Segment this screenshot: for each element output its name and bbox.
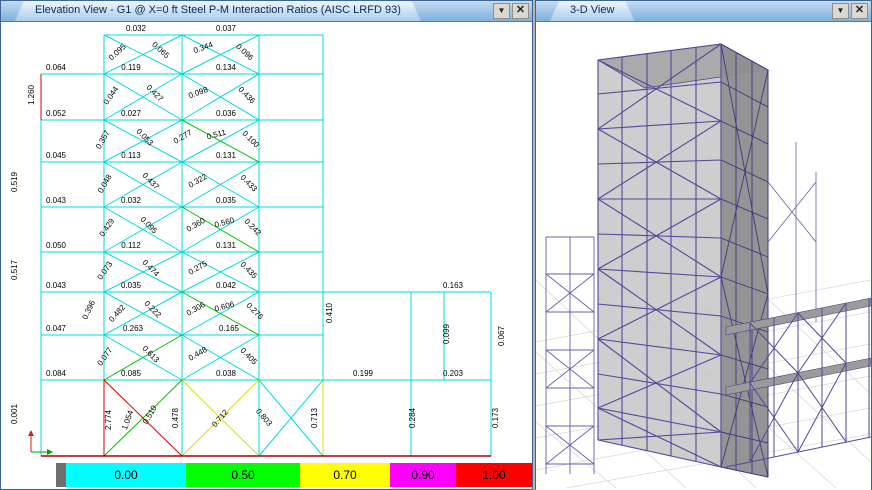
ratio-label: 0.112 <box>121 241 141 250</box>
ratio-label: 0.165 <box>219 324 240 333</box>
window-menu-button[interactable]: ▼ <box>493 3 510 19</box>
ratio-label: 0.284 <box>408 407 417 428</box>
ratio-label: 0.053 <box>135 127 156 148</box>
ratio-label: 0.099 <box>442 323 451 344</box>
ratio-label: 0.096 <box>234 42 255 62</box>
view-3d-titlebar[interactable]: 3-D View ▼ ✕ <box>536 1 871 22</box>
ratio-label: 0.052 <box>46 109 67 118</box>
ratio-label: 0.478 <box>171 407 180 428</box>
legend-start-cap <box>56 463 66 487</box>
ratio-label: 0.306 <box>185 300 207 318</box>
ratio-label: 0.242 <box>243 217 264 238</box>
window-close-button[interactable]: ✕ <box>851 3 868 19</box>
ratio-label: 0.037 <box>216 24 237 33</box>
ratio-label: 0.519 <box>10 171 19 192</box>
ratio-label: 0.199 <box>353 369 374 378</box>
view-3d-window: 3-D View ▼ ✕ <box>535 0 872 490</box>
window-close-button[interactable]: ✕ <box>512 3 529 19</box>
ratio-label: 0.042 <box>216 281 237 290</box>
ratio-label: 1.260 <box>27 84 36 105</box>
view-3d-canvas[interactable] <box>536 22 871 490</box>
ratio-label: 0.222 <box>143 299 164 320</box>
ratio-label: 0.275 <box>187 259 209 277</box>
view-3d-title-tab: 3-D View <box>550 1 634 21</box>
ratio-label: 0.482 <box>107 302 127 323</box>
ratio-label: 0.433 <box>239 173 260 194</box>
elevation-view-window: Elevation View - G1 @ X=0 ft Steel P-M I… <box>0 0 533 490</box>
ratio-label: 0.322 <box>187 172 209 190</box>
rear-left-frame <box>546 237 594 474</box>
ratio-label: 0.119 <box>121 63 141 72</box>
ratio-label: 0.032 <box>126 24 147 33</box>
ratio-label: 0.048 <box>96 172 114 194</box>
ratio-label: 0.067 <box>497 325 506 346</box>
ratio-label: 0.163 <box>443 281 464 290</box>
ratio-label: 0.035 <box>216 196 237 205</box>
ratio-label: 0.001 <box>10 403 19 424</box>
tower-side-wall <box>721 44 768 477</box>
ratio-label: 0.173 <box>491 407 500 428</box>
ratio-label: 0.098 <box>187 85 209 100</box>
ratio-label: 0.032 <box>121 196 142 205</box>
ratio-label: 0.100 <box>241 129 262 150</box>
ratio-label: 0.448 <box>187 345 209 363</box>
ratio-label: 0.405 <box>239 346 260 367</box>
view-3d-title: 3-D View <box>570 4 614 16</box>
interior-frame-hints <box>768 142 816 322</box>
elevation-title-tab: Elevation View - G1 @ X=0 ft Steel P-M I… <box>15 1 421 21</box>
ratio-label: 0.064 <box>46 63 67 72</box>
ratio-label: 0.043 <box>46 281 67 290</box>
ratio-label: 0.047 <box>46 324 67 333</box>
ratio-label: 0.035 <box>121 281 142 290</box>
ratio-label: 0.095 <box>107 42 128 62</box>
ratio-label: 0.073 <box>96 259 115 281</box>
ratio-label: 0.360 <box>185 216 207 234</box>
ratio-label: 0.131 <box>216 241 237 250</box>
window-menu-button[interactable]: ▼ <box>832 3 849 19</box>
ratio-label: 0.436 <box>237 85 258 106</box>
ratio-label: 0.410 <box>325 302 334 323</box>
legend-segment: 1.00 <box>456 463 532 487</box>
legend-segment: 0.50 <box>186 463 300 487</box>
ratio-label: 0.036 <box>216 109 237 118</box>
ratio-label: 0.085 <box>121 369 142 378</box>
ratio-label: 0.077 <box>96 345 115 367</box>
ratio-label: 0.045 <box>46 151 67 160</box>
legend-segment: 0.00 <box>66 463 186 487</box>
ratio-labels-layer: 0.0320.0370.0950.0650.3440.0960.0640.119… <box>10 24 506 431</box>
ratio-label: 0.131 <box>216 151 237 160</box>
ratio-label: 0.043 <box>46 196 67 205</box>
ratio-label: 0.276 <box>245 301 266 322</box>
elevation-canvas[interactable]: 0.0320.0370.0950.0650.3440.0960.0640.119… <box>1 22 532 462</box>
ratio-label: 0.134 <box>216 63 237 72</box>
legend-segment: 0.70 <box>300 463 390 487</box>
ratio-label: 2.774 <box>104 409 113 430</box>
elevation-title: Elevation View - G1 @ X=0 ft Steel P-M I… <box>35 4 401 16</box>
tower-front-wall <box>598 44 721 467</box>
ratio-label: 0.203 <box>443 369 464 378</box>
view-3d-titlebar-buttons: ▼ ✕ <box>829 1 871 21</box>
ratio-label: 0.084 <box>46 369 67 378</box>
ratio-label: 0.065 <box>150 40 171 60</box>
ratio-label: 0.517 <box>10 259 19 280</box>
elevation-titlebar[interactable]: Elevation View - G1 @ X=0 ft Steel P-M I… <box>1 1 532 22</box>
ratio-label: 0.510 <box>141 403 159 425</box>
ratio-label: 0.277 <box>172 128 194 146</box>
ratio-label: 0.803 <box>254 407 274 429</box>
ratio-label: 0.038 <box>216 369 237 378</box>
ratio-label: 0.113 <box>121 151 141 160</box>
elevation-titlebar-buttons: ▼ ✕ <box>490 1 532 21</box>
legend-bar: 0.000.500.700.901.00 <box>56 463 532 487</box>
ratio-label: 0.263 <box>123 324 144 333</box>
ratio-label: 0.713 <box>310 407 319 428</box>
ratio-label: 0.050 <box>46 241 67 250</box>
ratio-label: 0.027 <box>121 109 142 118</box>
ratio-label: 0.396 <box>80 298 97 320</box>
ratio-label: 0.357 <box>94 128 112 150</box>
ratio-label: 0.435 <box>239 260 260 281</box>
ratio-label: 0.429 <box>98 216 117 238</box>
legend-segment: 0.90 <box>390 463 456 487</box>
frame-members-high-ratio <box>182 380 323 456</box>
